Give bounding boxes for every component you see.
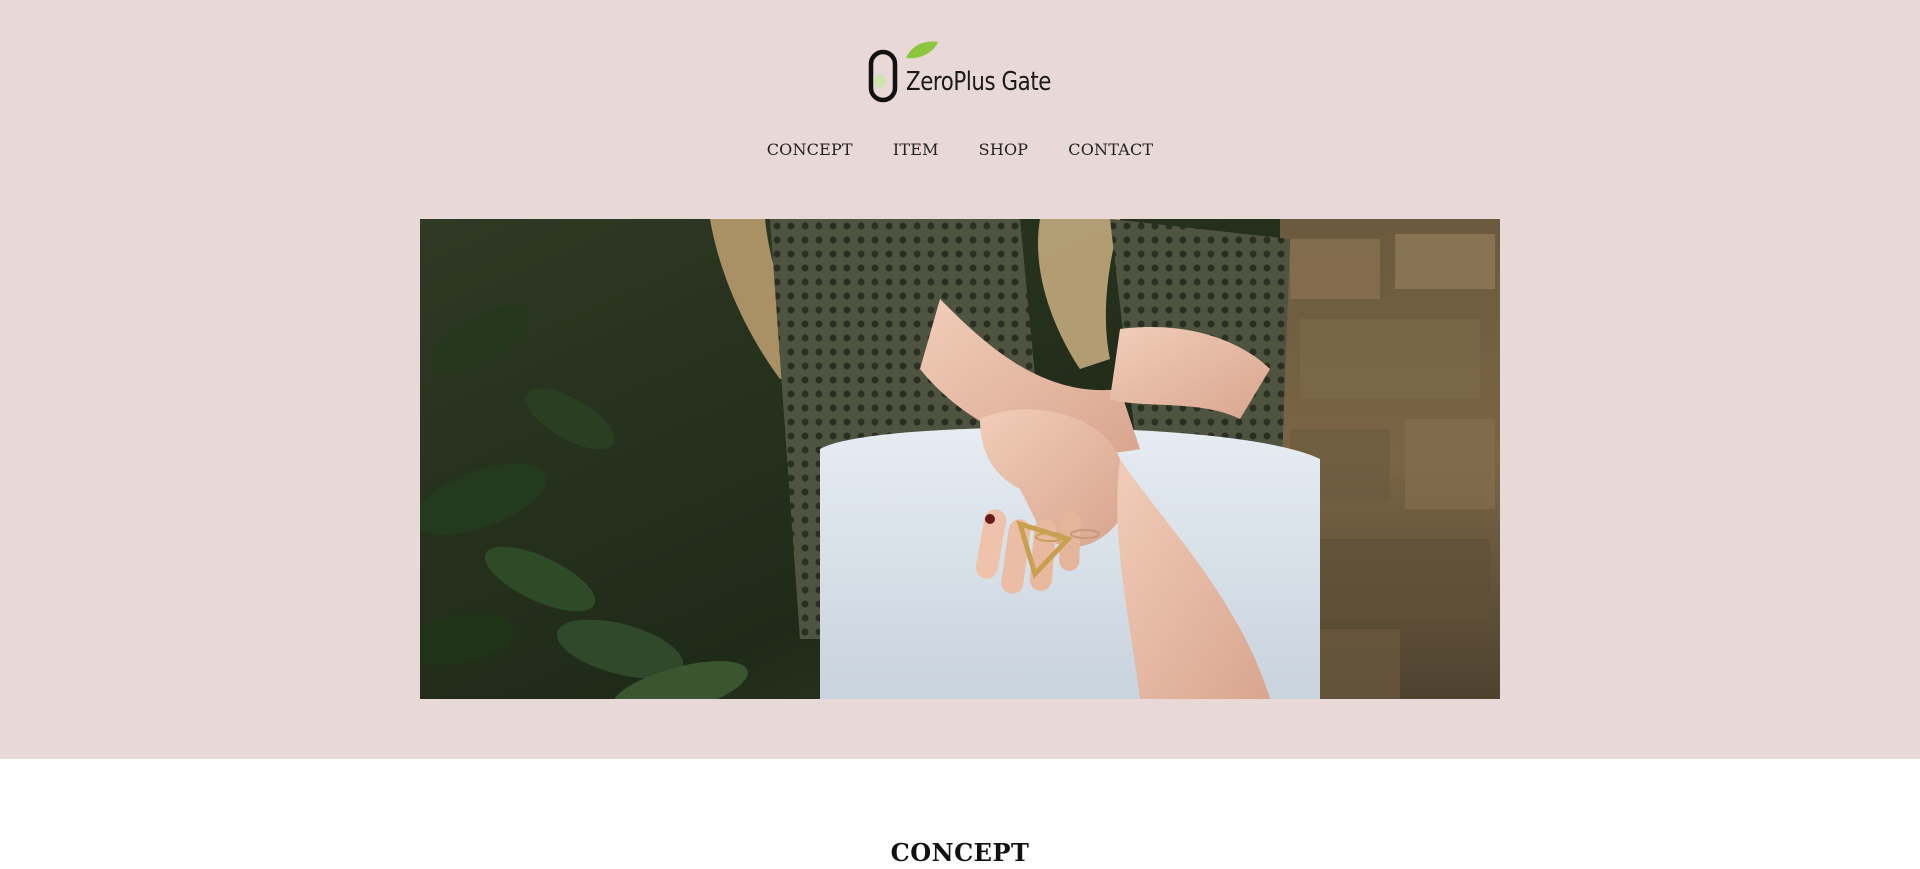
- main-nav: CONCEPT ITEM SHOP CONTACT: [0, 140, 1920, 159]
- nav-item-concept[interactable]: CONCEPT: [767, 140, 853, 159]
- site-logo[interactable]: ZeroPlus Gate: [868, 38, 1052, 104]
- header: ZeroPlus Gate CONCEPT ITEM SHOP CONTACT: [0, 0, 1920, 759]
- nav-item-item[interactable]: ITEM: [893, 140, 939, 159]
- nav-item-contact[interactable]: CONTACT: [1068, 140, 1153, 159]
- hero-image: [420, 219, 1500, 699]
- nav-item-shop[interactable]: SHOP: [979, 140, 1029, 159]
- hero-photo: [420, 219, 1500, 699]
- page: ZeroPlus Gate CONCEPT ITEM SHOP CONTACT: [0, 0, 1920, 869]
- brand-name: ZeroPlus Gate: [906, 67, 1051, 97]
- section-title-concept: CONCEPT: [890, 837, 1030, 867]
